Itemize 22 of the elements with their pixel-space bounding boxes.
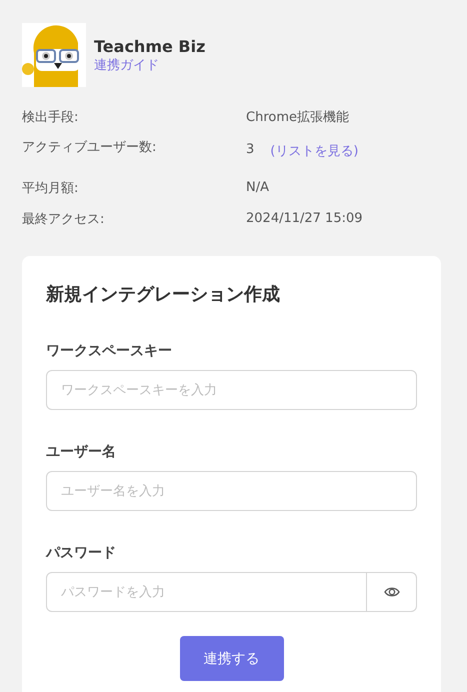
detail-label: 検出手段: (22, 108, 80, 126)
owl-icon (22, 23, 86, 87)
connect-button[interactable]: 連携する (180, 636, 284, 681)
detail-value: N/A (246, 180, 269, 195)
guide-link[interactable]: 連携ガイド (94, 56, 206, 74)
detail-label: 最終アクセス: (22, 210, 106, 228)
field-label: パスワード (46, 544, 117, 562)
password-field[interactable]: パスワードを入力 (46, 572, 367, 612)
eye-icon (384, 586, 400, 598)
detail-label: 平均月額: (22, 180, 80, 196)
input-field[interactable]: ワークスペースキーを入力 (46, 370, 417, 410)
detail-label: アクティブユーザー数: (22, 139, 158, 156)
detail-value: 2024/11/27 15:09 (246, 211, 363, 226)
detail-value: Chrome拡張機能 (246, 108, 349, 126)
input-field[interactable]: ユーザー名を入力 (46, 471, 417, 511)
detail-value: 3 (246, 142, 254, 159)
field-label: ワークスペースキー (46, 342, 173, 360)
app-name: Teachme Biz (94, 36, 206, 56)
field-label: ユーザー名 (46, 443, 117, 461)
show-password-button[interactable] (367, 572, 417, 612)
list-link[interactable]: (リストを見る) (270, 142, 358, 160)
form-title: 新規インテグレーション作成 (46, 283, 281, 306)
